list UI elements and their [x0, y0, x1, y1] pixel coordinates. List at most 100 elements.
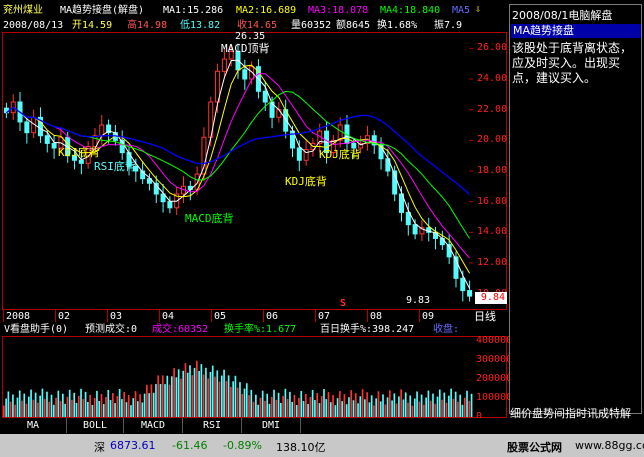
volume-bar	[139, 394, 141, 417]
volume-bar	[325, 399, 328, 417]
time-tick-label: 04	[162, 311, 175, 322]
volume-bar	[123, 392, 126, 417]
time-tick-label: 2008	[6, 311, 31, 322]
volume-bar	[386, 397, 389, 417]
time-tick-label: 05	[214, 311, 227, 322]
index-pct: -0.89%	[223, 439, 262, 452]
volume-bar	[50, 394, 53, 417]
tab-dmi[interactable]: DMI	[242, 418, 301, 433]
volume-bar	[93, 397, 96, 417]
candle-body	[221, 58, 227, 72]
volume-bar	[75, 402, 78, 417]
volume-bar	[184, 363, 187, 417]
price-tick-label: 22.00	[477, 103, 508, 115]
volume-bar	[252, 401, 255, 417]
volume-bar	[64, 403, 66, 417]
volume-bar	[445, 402, 448, 417]
candle	[242, 59, 248, 90]
volume-bar	[182, 370, 185, 417]
volume-bar	[37, 402, 39, 417]
volume-bar	[364, 399, 366, 417]
volume-bar	[209, 371, 212, 417]
volume-bar	[273, 389, 275, 417]
candle-body	[242, 69, 248, 80]
volume-bar	[216, 370, 219, 417]
volume-bar	[239, 382, 241, 417]
period-label[interactable]: 日线	[474, 311, 496, 323]
tab-boll[interactable]: BOLL	[67, 418, 124, 433]
candle	[337, 117, 343, 148]
volume-bar	[32, 399, 35, 417]
volume-bar	[264, 400, 266, 417]
volume-bar	[402, 399, 405, 417]
volume-bar	[146, 384, 148, 417]
time-tick	[315, 310, 316, 322]
market-label: 深	[94, 441, 105, 454]
volume-bar	[248, 395, 250, 417]
volume-bar	[220, 375, 223, 417]
volume-bar	[157, 375, 160, 417]
arrow-down-icon[interactable]: ⇩	[475, 4, 481, 16]
volume-bar	[316, 393, 319, 417]
volume-bar	[16, 397, 19, 417]
volume-bar	[382, 394, 384, 417]
volume-bar	[100, 393, 103, 417]
candle-body	[99, 124, 105, 137]
volume-bar	[450, 388, 452, 417]
volume-bar	[150, 384, 153, 417]
volume-tick-label: 400000	[476, 334, 513, 346]
volume-bar	[202, 374, 205, 417]
volume-bar	[57, 390, 60, 417]
volume-bar	[314, 400, 316, 417]
volume-bar	[232, 381, 234, 417]
price-tick-label: 26.00	[477, 42, 508, 54]
volume-bar	[452, 398, 455, 417]
volume-bar	[470, 393, 473, 417]
volume-bar	[168, 384, 171, 417]
time-tick-label: 09	[422, 311, 435, 322]
candle-body	[405, 211, 411, 226]
candle	[37, 107, 43, 143]
volume-bar	[413, 398, 416, 417]
index-value: 6873.61	[110, 439, 156, 452]
candle	[364, 125, 370, 151]
volume-bar	[5, 398, 7, 417]
price-chart[interactable]	[3, 33, 473, 309]
volume-bar	[48, 401, 51, 417]
volume-bar	[175, 377, 178, 417]
site-url[interactable]: www.88gg.com	[575, 439, 644, 452]
volume-bar	[343, 394, 346, 417]
time-tick-label: 02	[58, 311, 71, 322]
volume-close-label: 收盘:	[433, 324, 460, 335]
kdj-bottom-divergence-2: KDJ底背	[285, 175, 327, 188]
moving-average-line	[6, 73, 470, 259]
volume-bar	[41, 388, 44, 417]
volume-bar	[350, 390, 353, 417]
volume-bar	[66, 396, 69, 417]
volume-bar	[368, 402, 371, 417]
volume-bar	[198, 370, 200, 417]
candle	[160, 184, 166, 213]
volume-bar	[302, 401, 305, 417]
volume-bar	[388, 390, 391, 417]
volume-chart[interactable]	[3, 337, 473, 417]
volume-bar	[89, 394, 91, 417]
volume-bar	[432, 393, 434, 417]
volume-bar	[39, 395, 41, 417]
volume-bar	[73, 392, 76, 417]
volume-bar	[59, 400, 62, 417]
volume-bar	[352, 400, 355, 417]
tab-macd[interactable]: MACD	[124, 418, 183, 433]
index-change: -61.46	[172, 439, 208, 452]
volume-bar	[43, 398, 46, 417]
candle	[3, 102, 9, 119]
volume-bar	[80, 388, 82, 417]
analysis-indicator-title[interactable]: MA趋势接盘	[511, 24, 641, 38]
tab-rsi[interactable]: RSI	[183, 418, 242, 433]
volume-bar	[236, 387, 239, 417]
volume-bar	[459, 394, 462, 417]
volume-bar	[307, 404, 309, 417]
volume-bar	[136, 401, 139, 417]
volume-bar	[395, 403, 398, 417]
tab-ma[interactable]: MA	[0, 418, 67, 433]
